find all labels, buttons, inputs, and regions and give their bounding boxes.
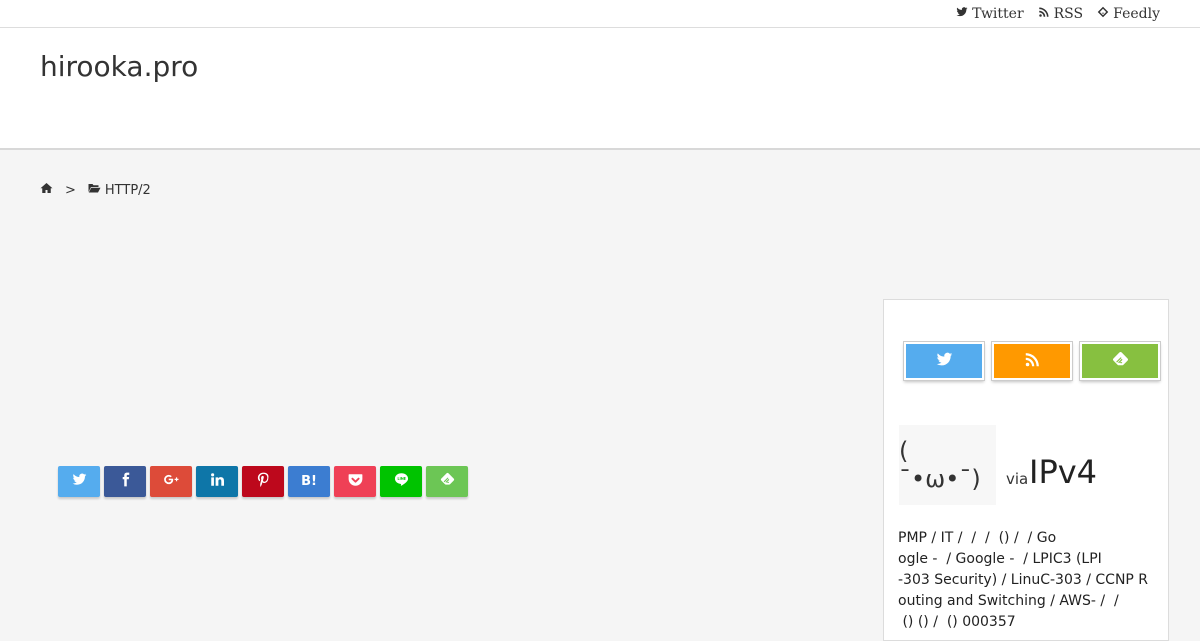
pinterest-icon [256,472,271,491]
google-plus-icon [163,472,179,491]
top-link-twitter[interactable]: Twitter [956,6,1024,22]
breadcrumb: > HTTP/2 [40,182,151,198]
folder-open-icon [88,182,101,198]
top-link-label: Twitter [972,5,1024,22]
follow-rss-button[interactable] [992,342,1072,380]
profile-bio: PMP / IT / / / () / / Go ogle - / Google… [898,528,1154,633]
breadcrumb-category-label: HTTP/2 [104,182,151,198]
sidebar-profile-widget: ( ˉ•ω•ˉ) via IPv4 PMP / IT / / / () / / … [883,299,1169,641]
bio-line: ogle - / Google - / LPIC3 (LPI [898,551,1102,567]
home-icon[interactable] [40,182,53,198]
top-link-label: Feedly [1113,5,1160,22]
site-title[interactable]: hirooka.pro [40,50,198,83]
share-feedly-button[interactable] [426,466,468,497]
feedly-icon [1112,351,1129,372]
hatena-bookmark-icon: B! [301,474,317,489]
share-line-button[interactable] [380,466,422,497]
feedly-icon [1097,6,1109,22]
follow-buttons [904,342,1160,380]
facebook-icon [118,472,133,491]
pocket-icon [348,472,363,491]
bio-line: outing and Switching / AWS- / / [898,593,1119,609]
line-icon [394,472,409,491]
linkedin-icon [210,472,225,491]
share-linkedin-button[interactable] [196,466,238,497]
follow-feedly-button[interactable] [1080,342,1160,380]
share-twitter-button[interactable] [58,466,100,497]
top-link-rss[interactable]: RSS [1038,6,1083,22]
top-links: Twitter RSS Feedly [956,0,1160,27]
share-facebook-button[interactable] [104,466,146,497]
top-link-label: RSS [1053,5,1084,22]
rss-icon [1038,6,1050,22]
feedly-icon [440,472,455,491]
breadcrumb-separator: > [65,182,76,198]
avatar-text: ( ˉ•ω•ˉ) [899,437,981,493]
follow-twitter-button[interactable] [904,342,984,380]
top-bar: Twitter RSS Feedly [0,0,1200,28]
via-label: via [1006,470,1029,488]
rss-icon [1024,351,1041,372]
avatar: ( ˉ•ω•ˉ) [899,425,996,505]
profile-handle: IPv4 [1029,453,1098,491]
bio-line: -303 Security) / LinuC-303 / CCNP R [898,572,1149,588]
share-pinterest-button[interactable] [242,466,284,497]
breadcrumb-category[interactable]: HTTP/2 [88,182,151,198]
bio-line: PMP / IT / / / () / / Go [898,530,1057,546]
twitter-icon [72,472,87,491]
share-pocket-button[interactable] [334,466,376,497]
share-hatena-button[interactable]: B! [288,466,330,497]
twitter-icon [936,351,953,372]
twitter-icon [956,6,968,22]
top-link-feedly[interactable]: Feedly [1097,6,1160,22]
share-buttons: B! [58,466,468,497]
site-header: hirooka.pro [0,28,1200,150]
share-google-plus-button[interactable] [150,466,192,497]
